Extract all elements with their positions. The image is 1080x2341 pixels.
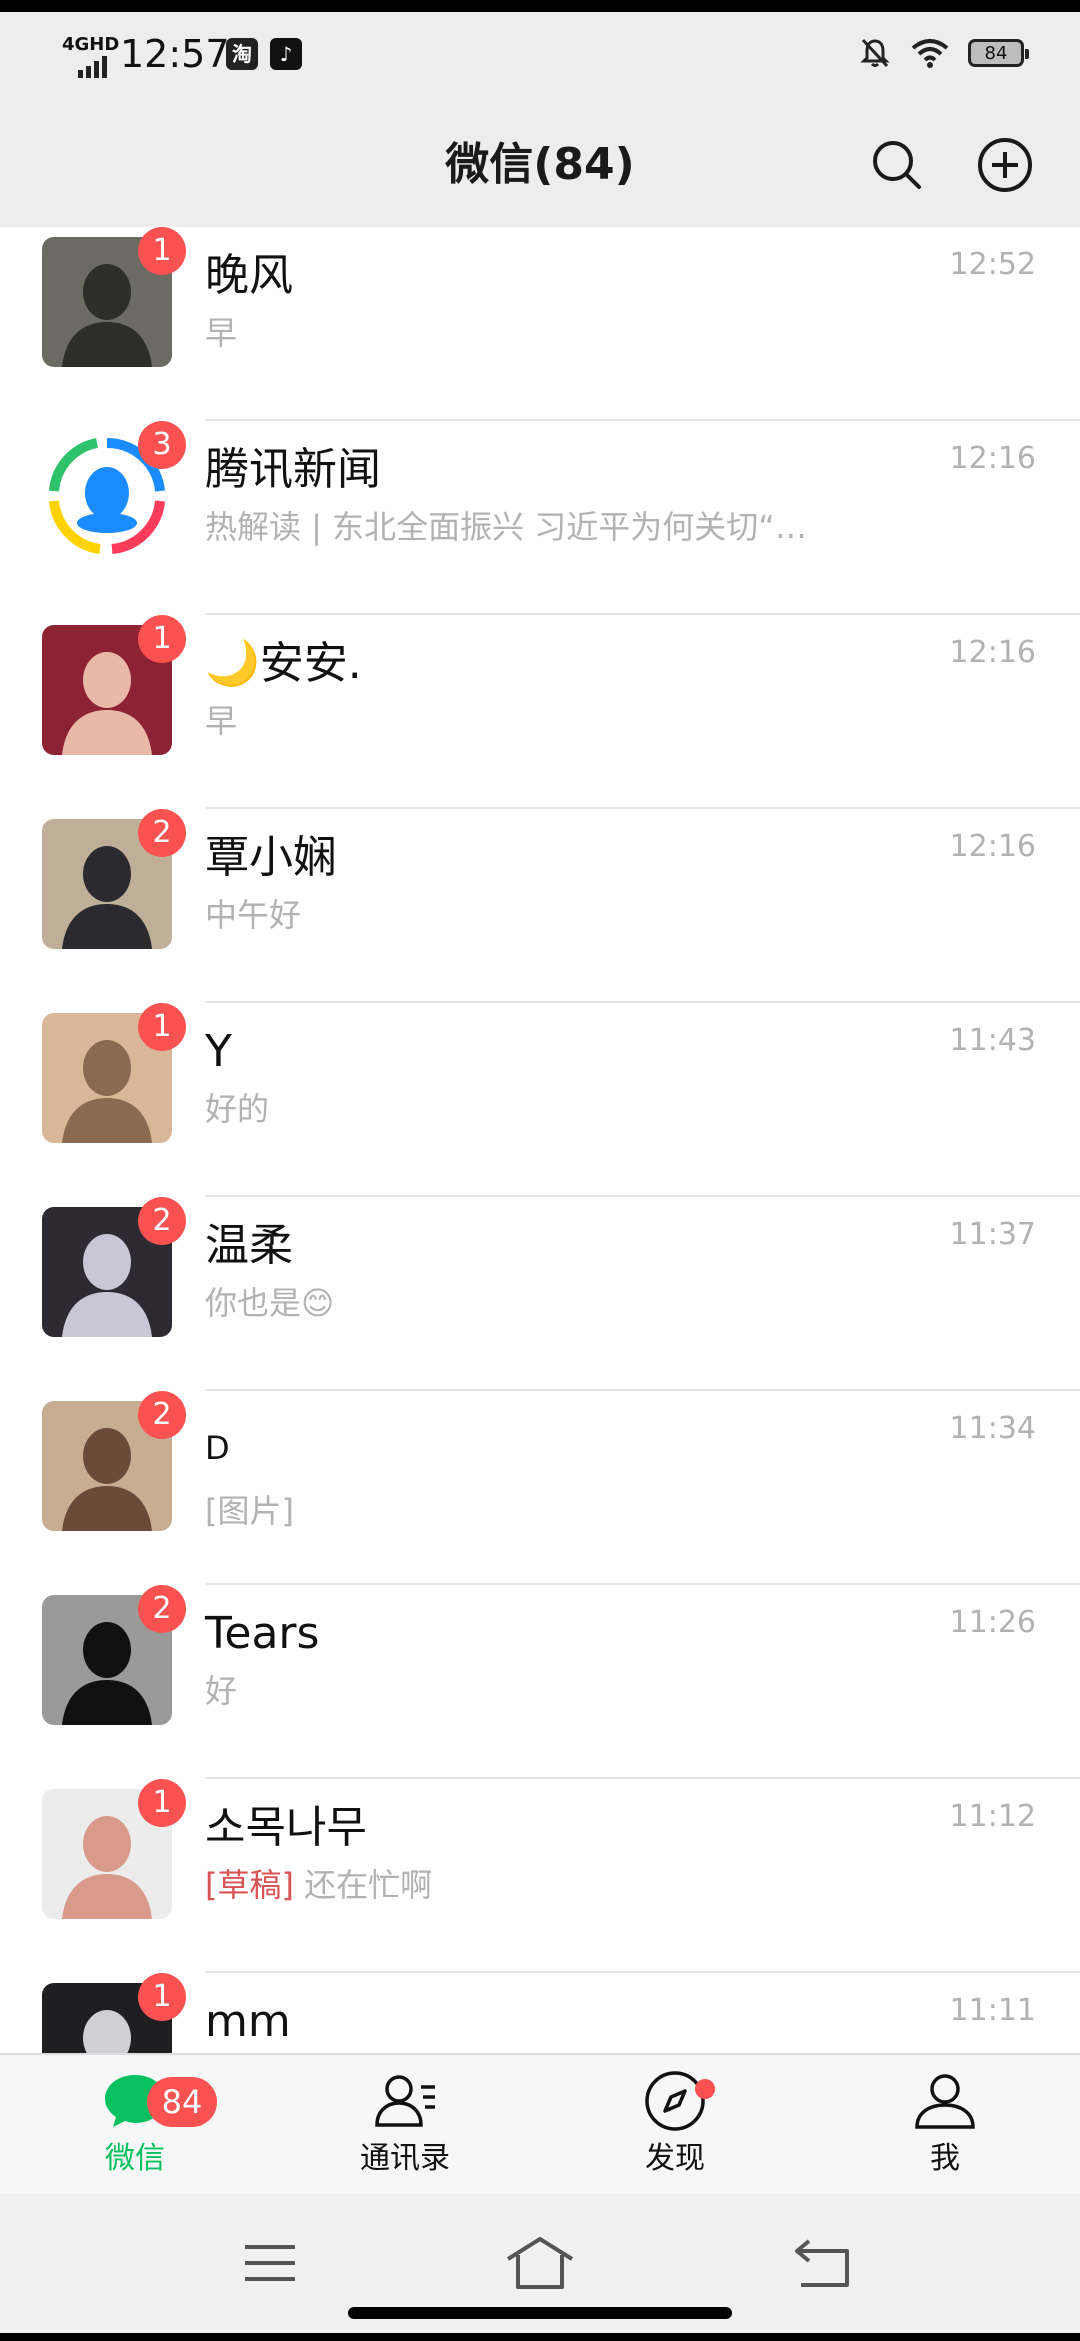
chat-time: 12:16 [949, 441, 1036, 476]
taobao-icon: 淘 [226, 38, 258, 70]
tab-discover[interactable]: 发现 [595, 2065, 755, 2185]
unread-badge: 1 [138, 615, 186, 663]
chat-preview-text: 早 [205, 314, 238, 352]
chat-row[interactable]: 2 温柔 11:37 你也是😊 [0, 1197, 1080, 1391]
chat-time: 12:16 [949, 829, 1036, 864]
chat-name: 소목나무 [205, 1802, 367, 1853]
unread-count-badge: 84 [147, 2077, 217, 2127]
search-icon[interactable] [867, 135, 927, 195]
chat-time: 11:34 [949, 1411, 1036, 1446]
chat-list[interactable]: 1 晚风 12:52 早 3 腾讯新闻 12:16 热解读 | 东北全面振兴 习近平为何关切“… [0, 227, 1080, 2053]
chat-time: 11:26 [949, 1605, 1036, 1640]
chat-name: 温柔 [205, 1220, 293, 1271]
tab-me-label: 我 [930, 2141, 960, 2176]
unread-badge: 2 [138, 1391, 186, 1439]
chat-name: mm [205, 1996, 291, 2047]
contacts-icon [375, 2075, 435, 2127]
chat-preview: 早 [205, 313, 895, 353]
chat-time: 11:37 [949, 1217, 1036, 1252]
chat-name: D [205, 1429, 230, 1467]
chat-preview: 中午好 [205, 895, 895, 935]
unread-badge: 2 [138, 1197, 186, 1245]
chat-row[interactable]: 2 Tears 11:26 好 [0, 1585, 1080, 1779]
tab-me[interactable]: 我 [865, 2065, 1025, 2185]
chat-preview-text: 早 [205, 702, 238, 740]
chat-row[interactable]: 3 腾讯新闻 12:16 热解读 | 东北全面振兴 习近平为何关切“… [0, 421, 1080, 615]
chat-time: 11:12 [949, 1799, 1036, 1834]
battery-level: 84 [984, 42, 1008, 64]
tab-contacts[interactable]: 通讯录 [325, 2065, 485, 2185]
chat-preview: [图片] [205, 1491, 895, 1531]
status-bar: 4GHD 12:57 淘 ♪ 84 [0, 12, 1080, 107]
chat-preview: [草稿] 还在忙啊 [205, 1865, 895, 1905]
chat-row[interactable]: 1 🌙安安. 12:16 早 [0, 615, 1080, 809]
battery-icon: 84 [968, 39, 1029, 67]
chat-name: 覃小娴 [205, 832, 337, 883]
unread-badge: 1 [138, 1973, 186, 2021]
chat-preview: 热解读 | 东北全面振兴 习近平为何关切“… [205, 507, 895, 547]
signal-icon [78, 56, 107, 78]
person-icon [915, 2074, 975, 2129]
home-indicator[interactable] [348, 2307, 732, 2319]
draft-tag: [草稿] [205, 1866, 294, 1904]
chat-time: 12:16 [949, 635, 1036, 670]
chat-preview-text: 中午好 [205, 896, 302, 934]
compass-icon [645, 2071, 705, 2131]
network-type: 4GHD [62, 34, 120, 55]
unread-badge: 1 [138, 1779, 186, 1827]
chat-time: 12:52 [949, 247, 1036, 282]
chat-preview-text: 好 [205, 1672, 238, 1710]
chat-row[interactable]: 1 Y 11:43 好的 [0, 1003, 1080, 1197]
tab-discover-label: 发现 [645, 2141, 705, 2176]
clock: 12:57 [120, 32, 230, 76]
chat-row[interactable]: 1 晚风 12:52 早 [0, 227, 1080, 421]
chat-name: 腾讯新闻 [205, 444, 381, 495]
chat-preview-text: [图片] [205, 1492, 294, 1530]
home-icon[interactable] [500, 2233, 580, 2293]
chat-preview-text: 还在忙啊 [304, 1866, 433, 1904]
new-content-dot [695, 2079, 715, 2099]
chat-row[interactable]: 2 D 11:34 [图片] [0, 1391, 1080, 1585]
wifi-icon [911, 39, 949, 68]
tab-chats[interactable]: 微信 84 [55, 2065, 217, 2185]
back-icon[interactable] [785, 2233, 865, 2293]
chat-preview: 你也是😊 [205, 1283, 895, 1323]
bottom-edge [0, 2333, 1080, 2341]
chat-name: Y [205, 1026, 232, 1077]
unread-badge: 2 [138, 1585, 186, 1633]
add-icon[interactable] [975, 135, 1035, 195]
top-edge [0, 0, 1080, 12]
chat-preview: 好 [205, 1671, 895, 1711]
chat-name: 🌙安安. [205, 638, 362, 689]
menu-icon[interactable] [230, 2233, 310, 2293]
unread-badge: 1 [138, 1003, 186, 1051]
chat-preview-text: 你也是😊 [205, 1284, 335, 1322]
chat-name: Tears [205, 1608, 320, 1659]
chat-row[interactable]: 1 mm 11:11 [0, 1973, 1080, 2053]
header: 微信(84) [0, 107, 1080, 227]
chat-preview: 好的 [205, 1089, 895, 1129]
chat-preview-text: 好的 [205, 1090, 270, 1128]
chat-row[interactable]: 1 소목나무 11:12 [草稿] 还在忙啊 [0, 1779, 1080, 1973]
chat-name: 晚风 [205, 250, 293, 301]
tab-contacts-label: 通讯录 [360, 2141, 450, 2176]
chat-time: 11:43 [949, 1023, 1036, 1058]
unread-badge: 1 [138, 227, 186, 275]
unread-badge: 3 [138, 421, 186, 469]
mute-bell-icon [860, 38, 890, 68]
tiktok-icon: ♪ [270, 38, 302, 70]
chat-preview-text: 热解读 | 东北全面振兴 习近平为何关切“… [205, 508, 807, 546]
tab-bar: 微信 84 通讯录 发现 我 [0, 2053, 1080, 2193]
chat-preview: 早 [205, 701, 895, 741]
unread-badge: 2 [138, 809, 186, 857]
chat-row[interactable]: 2 覃小娴 12:16 中午好 [0, 809, 1080, 1003]
chat-time: 11:11 [949, 1993, 1036, 2028]
tab-chats-label: 微信 [105, 2141, 165, 2176]
